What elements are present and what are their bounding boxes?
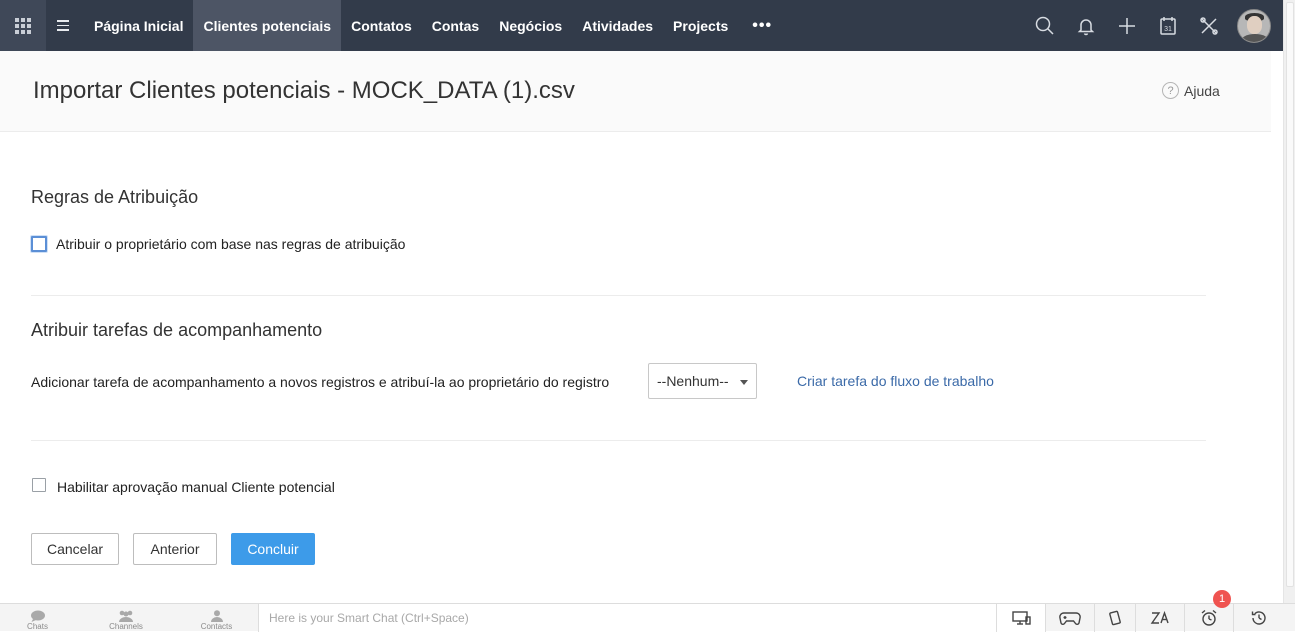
top-actions: 31 bbox=[1024, 0, 1283, 51]
grid-icon bbox=[15, 17, 31, 34]
tab-atividades[interactable]: Atividades bbox=[572, 0, 663, 51]
calendar-day: 31 bbox=[1164, 26, 1172, 33]
followup-row-label: Adicionar tarefa de acompanhamento a nov… bbox=[31, 374, 610, 390]
mobile-sync-icon[interactable] bbox=[1095, 604, 1136, 632]
module-tabs: Página Inicial Clientes potenciais Conta… bbox=[84, 0, 786, 51]
assignment-rules-title: Regras de Atribuição bbox=[31, 187, 199, 207]
followup-tasks-title: Atribuir tarefas de acompanhamento bbox=[31, 320, 323, 340]
history-icon[interactable] bbox=[1234, 604, 1283, 632]
bottom-right-tools bbox=[997, 604, 1283, 632]
chat-icon bbox=[30, 610, 45, 622]
finish-button[interactable]: Concluir bbox=[231, 533, 315, 565]
followup-task-select-value: --Nenhum-- bbox=[657, 373, 729, 389]
cancel-button[interactable]: Cancelar bbox=[31, 533, 119, 565]
tab-projects[interactable]: Projects bbox=[663, 0, 738, 51]
bottom-contacts-label: Contacts bbox=[200, 622, 233, 631]
manual-approval-row: Habilitar aprovação manual Cliente poten… bbox=[32, 477, 335, 495]
search-icon[interactable] bbox=[1024, 0, 1065, 51]
section-divider bbox=[31, 295, 1206, 296]
tab-negocios[interactable]: Negócios bbox=[489, 0, 572, 51]
tab-contatos[interactable]: Contatos bbox=[341, 0, 422, 51]
create-workflow-task-link[interactable]: Criar tarefa do fluxo de trabalho bbox=[797, 373, 994, 389]
top-navigation-bar: Página Inicial Clientes potenciais Conta… bbox=[0, 0, 1283, 51]
translate-icon[interactable] bbox=[1136, 604, 1185, 632]
vertical-scrollbar[interactable] bbox=[1283, 0, 1295, 604]
bottom-chats-label: Chats bbox=[27, 622, 48, 631]
previous-button[interactable]: Anterior bbox=[133, 533, 217, 565]
assignment-rules-checkbox[interactable] bbox=[31, 236, 47, 252]
bottom-chats[interactable]: Chats bbox=[0, 604, 75, 632]
bottom-contacts[interactable]: Contacts bbox=[177, 604, 256, 632]
bottom-channels-label: Channels bbox=[109, 622, 143, 631]
app-launcher-button[interactable] bbox=[0, 0, 46, 51]
assignment-rules-row: Atribuir o proprietário com base nas reg… bbox=[31, 236, 405, 252]
screen-share-icon[interactable] bbox=[997, 604, 1046, 632]
channels-icon bbox=[119, 610, 133, 622]
chevron-down-icon bbox=[740, 380, 748, 385]
notification-badge: 1 bbox=[1213, 590, 1231, 608]
alarm-clock-icon[interactable] bbox=[1185, 604, 1234, 632]
calendar-icon[interactable]: 31 bbox=[1147, 0, 1188, 51]
help-link[interactable]: ? Ajuda bbox=[1162, 82, 1220, 99]
setup-tools-icon[interactable] bbox=[1188, 0, 1229, 51]
gamepad-icon[interactable] bbox=[1046, 604, 1095, 632]
tab-contas[interactable]: Contas bbox=[422, 0, 489, 51]
scrollbar-thumb[interactable] bbox=[1286, 2, 1294, 587]
bell-icon[interactable] bbox=[1065, 0, 1106, 51]
help-label: Ajuda bbox=[1184, 82, 1220, 99]
bottom-channels[interactable]: Channels bbox=[75, 604, 177, 632]
user-avatar[interactable] bbox=[1237, 8, 1271, 43]
page-header: Importar Clientes potenciais - MOCK_DATA… bbox=[0, 51, 1271, 132]
page-title: Importar Clientes potenciais - MOCK_DATA… bbox=[33, 77, 575, 104]
tab-pagina-inicial[interactable]: Página Inicial bbox=[84, 0, 193, 51]
followup-task-select[interactable]: --Nenhum-- bbox=[648, 363, 757, 399]
help-icon: ? bbox=[1162, 82, 1179, 99]
menu-icon[interactable] bbox=[46, 0, 80, 51]
section-divider bbox=[31, 440, 1206, 441]
manual-approval-label[interactable]: Habilitar aprovação manual Cliente poten… bbox=[57, 479, 335, 495]
contacts-icon bbox=[210, 610, 223, 622]
plus-icon[interactable] bbox=[1106, 0, 1147, 51]
smart-chat-input[interactable]: Here is your Smart Chat (Ctrl+Space) bbox=[258, 604, 997, 632]
assignment-rules-label[interactable]: Atribuir o proprietário com base nas reg… bbox=[56, 236, 405, 252]
tab-clientes-potenciais[interactable]: Clientes potenciais bbox=[193, 0, 342, 51]
bottom-bar: Chats Channels Contacts Here is your Sma… bbox=[0, 603, 1295, 632]
manual-approval-checkbox[interactable] bbox=[32, 478, 46, 492]
more-tabs-button[interactable]: ••• bbox=[738, 0, 786, 51]
